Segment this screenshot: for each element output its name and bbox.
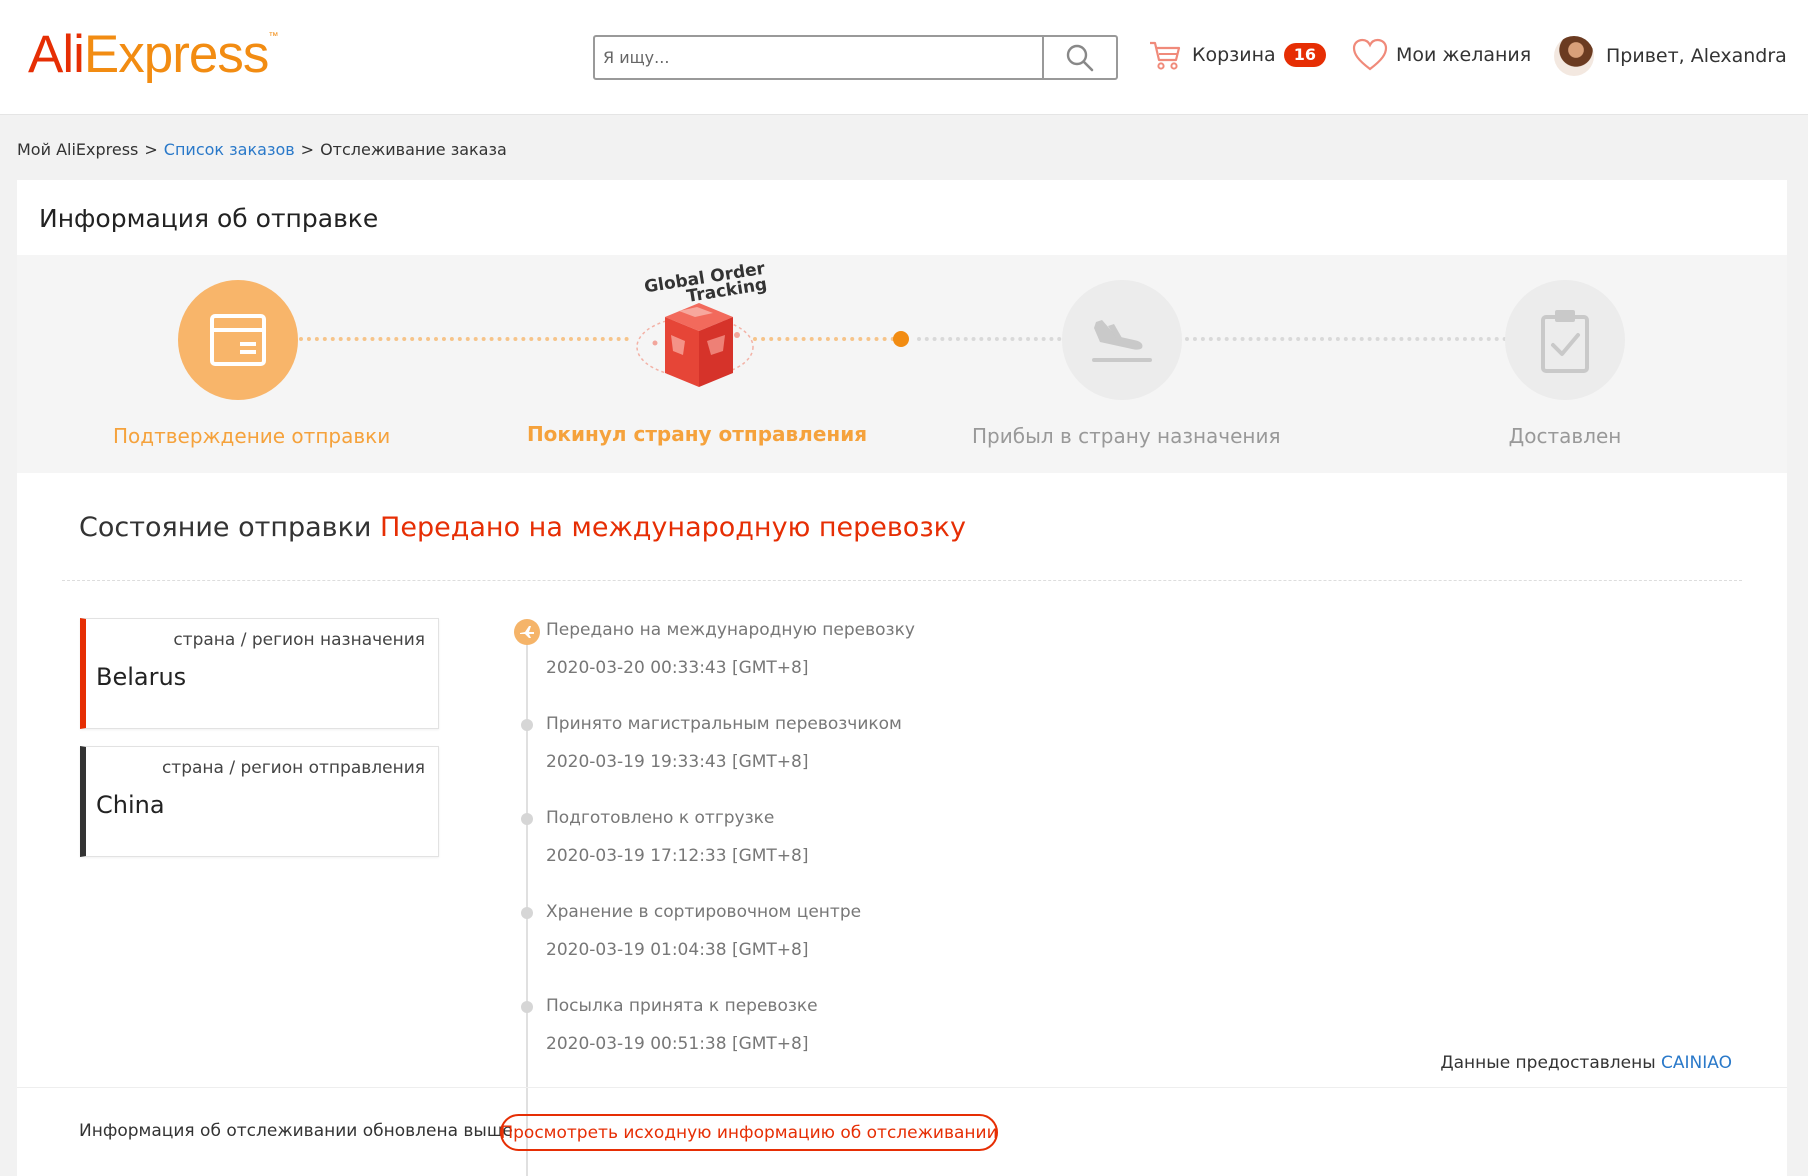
global-order-tracking-icon: Global Order Tracking: [617, 259, 777, 390]
provider-link[interactable]: CAINIAO: [1661, 1053, 1732, 1073]
timeline-event-title: Подготовлено к отгрузке: [546, 808, 775, 828]
timeline-event-time: 2020-03-19 19:33:43 [GMT+8]: [546, 752, 809, 772]
view-raw-tracking-button[interactable]: Просмотреть исходную информацию об отсле…: [500, 1114, 998, 1151]
timeline-event-title: Передано на международную перевозку: [546, 620, 915, 640]
timeline-event-title: Посылка принята к перевозке: [546, 996, 818, 1016]
timeline-event-time: 2020-03-19 17:12:33 [GMT+8]: [546, 846, 809, 866]
shipment-panel: Информация об отправке Подтверждение отп…: [17, 180, 1787, 1176]
data-provider-note: Данные предоставлены CAINIAO: [1440, 1053, 1732, 1073]
origin-region-label: страна / регион отправления: [161, 758, 425, 778]
timeline-event-time: 2020-03-19 00:51:38 [GMT+8]: [546, 1034, 809, 1054]
avatar: [1554, 36, 1594, 76]
tracking-progress: Подтверждение отправки Global Order Trac…: [17, 255, 1787, 473]
plane-icon: [520, 626, 534, 638]
timeline-event-title: Принято магистральным перевозчиком: [546, 714, 902, 734]
plane-landing-icon: [1092, 320, 1152, 362]
destination-region-label: страна / регион назначения: [173, 630, 425, 650]
breadcrumb-separator: >: [300, 140, 315, 159]
aliexpress-logo[interactable]: AliExpress™: [28, 28, 278, 81]
current-position-marker: [893, 331, 909, 347]
search-icon: [1066, 44, 1094, 71]
step-label-confirmed: Подтверждение отправки: [113, 424, 391, 448]
shipment-status: Состояние отправки Передано на междунаро…: [79, 512, 966, 543]
progress-connector: [1185, 337, 1515, 341]
step-label-arrived: Прибыл в страну назначения: [972, 424, 1281, 448]
breadcrumb: Мой AliExpress > Список заказов > Отслеж…: [17, 140, 507, 159]
page-title: Информация об отправке: [39, 204, 379, 233]
timeline-dot: [521, 1001, 533, 1013]
cart-count-badge: 16: [1283, 43, 1326, 67]
wishlist-link[interactable]: Мои желания: [1352, 38, 1531, 72]
timeline-dot: [521, 907, 533, 919]
tracking-updated-note: Информация об отслеживании обновлена выш…: [79, 1121, 513, 1141]
red-cube-icon: [636, 303, 754, 387]
status-value: Передано на международную перевозку: [380, 512, 966, 543]
breadcrumb-my-aliexpress[interactable]: Мой AliExpress: [17, 140, 138, 159]
step-delivered: [1505, 280, 1625, 400]
cart-icon: [1150, 41, 1181, 70]
timeline-line: [526, 629, 528, 1176]
timeline-event-time: 2020-03-19 01:04:38 [GMT+8]: [546, 940, 809, 960]
step-label-delivered: Доставлен: [1508, 424, 1622, 448]
top-header: AliExpress™ Корзина 16 Мои желания Приве…: [0, 0, 1808, 115]
destination-region-value: Belarus: [96, 663, 187, 691]
progress-connector: [299, 337, 629, 341]
step-shipment-confirmed: [178, 280, 298, 400]
divider: [17, 1087, 1787, 1088]
breadcrumb-order-list-link[interactable]: Список заказов: [164, 140, 295, 159]
cart-label: Корзина: [1192, 44, 1276, 66]
search-button[interactable]: [1042, 37, 1116, 78]
cart-link[interactable]: Корзина 16: [1148, 38, 1326, 72]
breadcrumb-separator: >: [144, 140, 158, 159]
clipboard-check-icon: [1541, 310, 1589, 373]
user-menu[interactable]: Привет, Alexandra: [1554, 36, 1787, 76]
breadcrumb-current: Отслеживание заказа: [320, 140, 507, 159]
step-label-left-origin: Покинул страну отправления: [526, 422, 868, 446]
status-label: Состояние отправки: [79, 512, 372, 543]
timeline-dot: [521, 813, 533, 825]
divider: [62, 580, 1742, 581]
timeline-event-time: 2020-03-20 00:33:43 [GMT+8]: [546, 658, 809, 678]
search-bar: [593, 35, 1118, 80]
origin-region-value: China: [96, 791, 165, 819]
timeline-dot: [521, 719, 533, 731]
step-arrived-destination: [1062, 280, 1182, 400]
wishlist-label: Мои желания: [1396, 44, 1532, 66]
user-greeting: Привет, Alexandra: [1606, 45, 1787, 67]
origin-region-card: страна / регион отправления China: [80, 746, 439, 857]
box-icon: [210, 314, 266, 366]
provider-label: Данные предоставлены: [1440, 1053, 1656, 1073]
progress-connector: [917, 337, 1077, 341]
timeline-event-title: Хранение в сортировочном центре: [546, 902, 862, 922]
search-input[interactable]: [595, 37, 1042, 78]
timeline-active-marker: [514, 619, 540, 645]
heart-icon: [1352, 38, 1388, 71]
destination-region-card: страна / регион назначения Belarus: [80, 618, 439, 729]
